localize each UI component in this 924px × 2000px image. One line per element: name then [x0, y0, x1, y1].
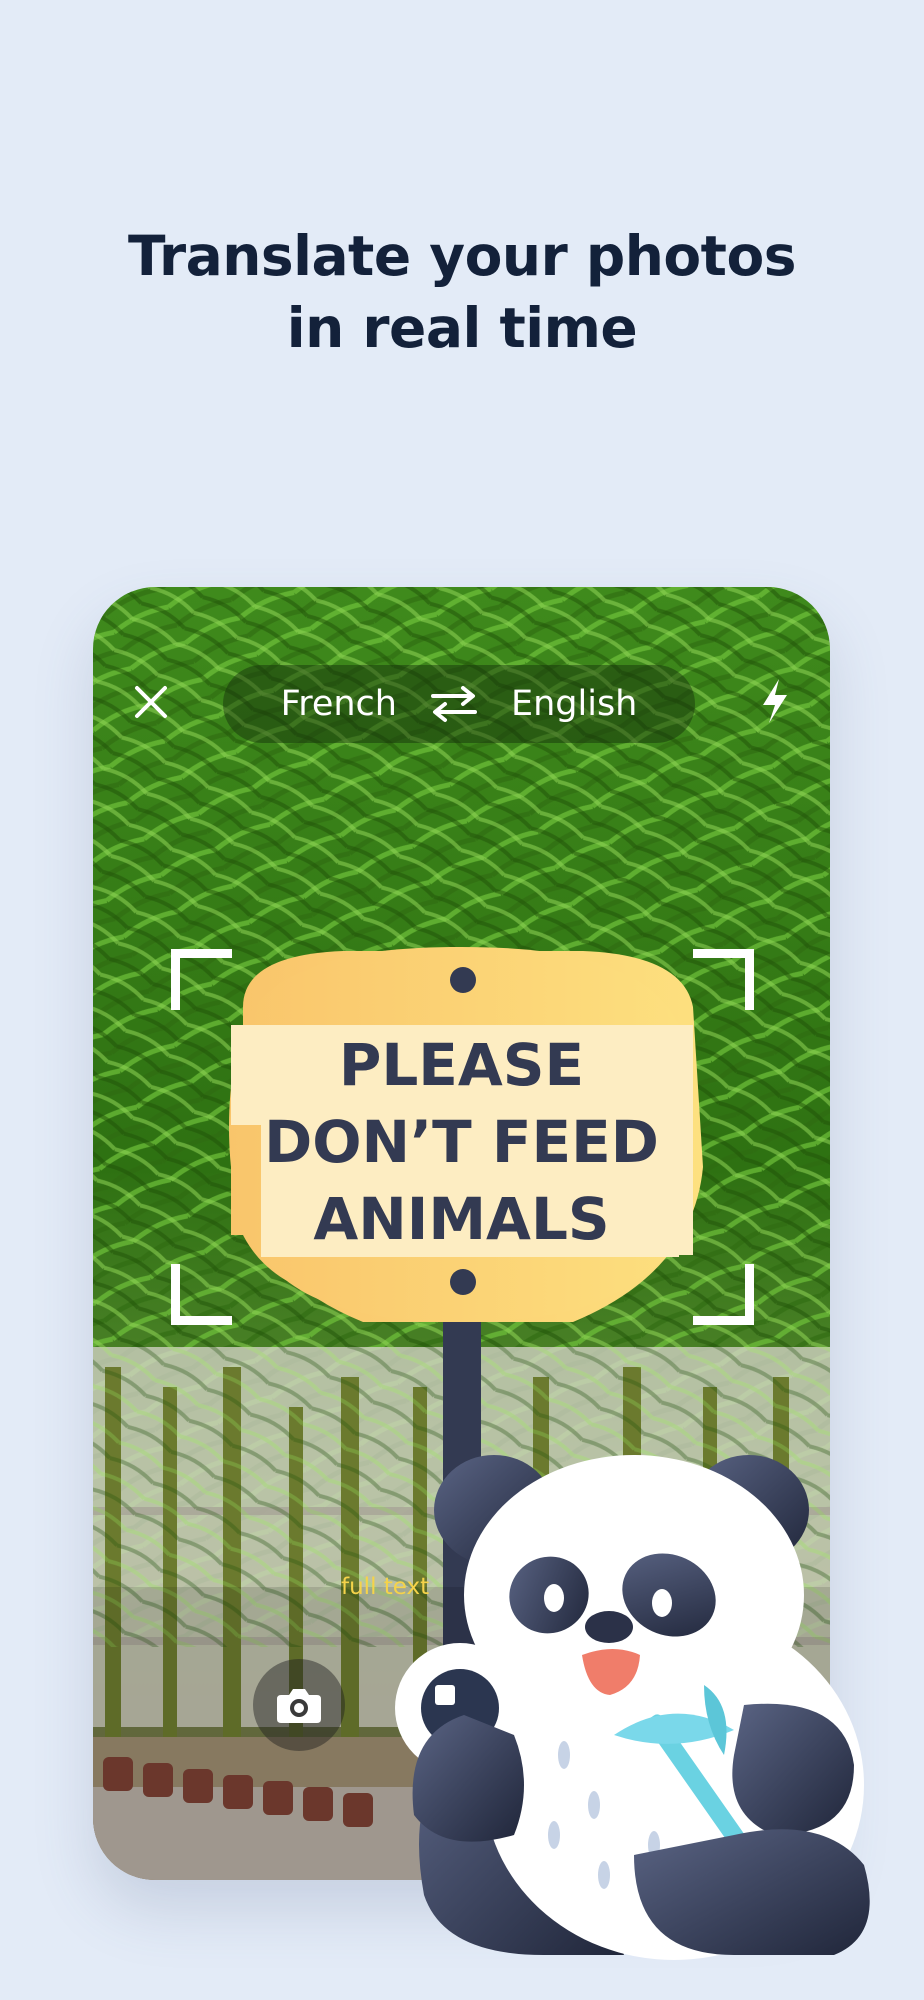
source-language-button[interactable]: French — [263, 684, 415, 724]
headline-line-1: Translate your photos — [127, 224, 797, 288]
headline-line-2: in real time — [286, 296, 638, 360]
gallery-button[interactable] — [253, 1659, 345, 1751]
target-language-button[interactable]: English — [493, 684, 655, 724]
flash-button[interactable] — [755, 677, 795, 725]
scan-frame-corner — [171, 949, 232, 1010]
scan-frame-corner — [693, 1264, 754, 1325]
headline: Translate your photos in real time — [0, 220, 924, 364]
sign-line-3: ANIMALS — [313, 1185, 610, 1253]
sign-line-1: PLEASE — [338, 1031, 585, 1099]
close-button[interactable] — [129, 680, 173, 724]
scan-frame-corner — [693, 949, 754, 1010]
swap-languages-icon[interactable] — [427, 685, 481, 723]
close-icon — [135, 686, 167, 718]
scan-frame-corner — [171, 1264, 232, 1325]
sign-text: PLEASE DON’T FEED ANIMALS — [93, 1027, 830, 1258]
language-selector: French English — [223, 665, 695, 743]
sign-line-2: DON’T FEED — [264, 1108, 659, 1176]
flash-icon — [763, 679, 787, 723]
panda-illustration — [412, 1455, 870, 1960]
camera-icon — [277, 1689, 321, 1723]
